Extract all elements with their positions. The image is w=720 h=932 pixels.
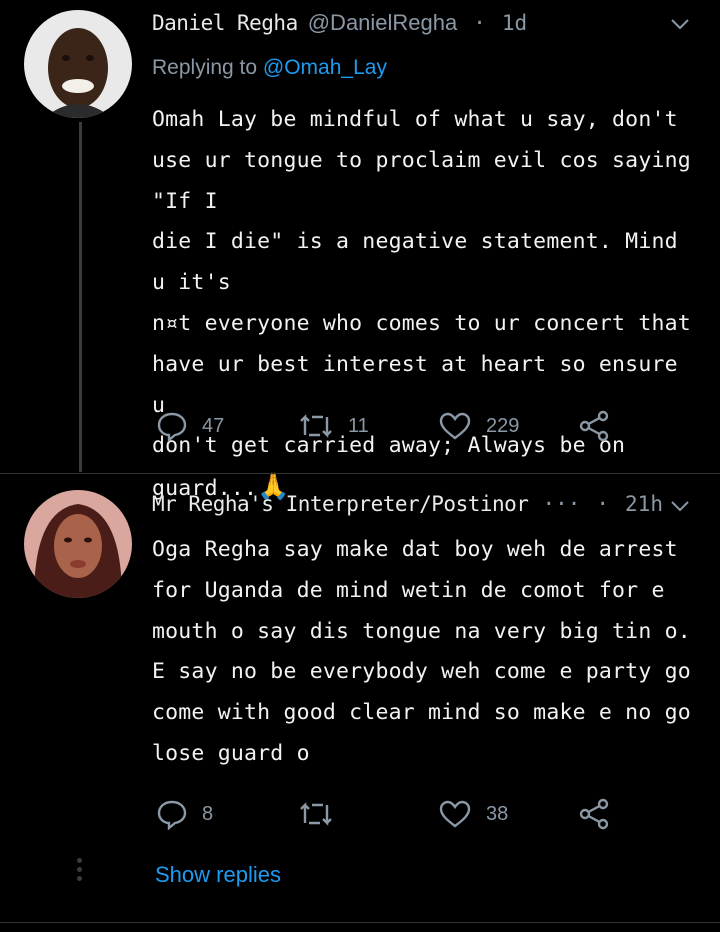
reply-count: 8: [202, 802, 214, 825]
tweet-interpreter[interactable]: Mr Regha's Interpreter/Postinor ··· · 21…: [0, 474, 720, 894]
retweet-button[interactable]: 11: [298, 406, 369, 446]
retweet-count: 11: [348, 414, 369, 437]
chevron-down-icon[interactable]: [670, 496, 690, 516]
author-name[interactable]: Mr Regha's Interpreter/Postinor: [152, 492, 529, 516]
action-bar: 47 11 229: [152, 406, 632, 446]
action-bar: 8 38: [152, 794, 632, 834]
like-button[interactable]: 38: [438, 794, 508, 834]
author-handle[interactable]: @DanielRegha: [308, 10, 458, 36]
avatar-daniel-regha[interactable]: [24, 10, 132, 118]
avatar-interpreter[interactable]: [24, 490, 132, 598]
reply-button[interactable]: 47: [156, 406, 224, 446]
heart-icon: [439, 412, 471, 440]
replying-to: Replying to @Omah_Lay: [152, 56, 387, 80]
tweet-header: Mr Regha's Interpreter/Postinor ··· · 21…: [152, 492, 663, 516]
replying-to-label: Replying to: [152, 56, 258, 79]
tweet-text: Omah Lay be mindful of what u say, don't…: [152, 100, 700, 510]
share-icon: [579, 410, 609, 442]
retweet-icon: [300, 802, 332, 826]
like-count: 229: [486, 414, 520, 437]
ellipsis: ···: [542, 492, 581, 516]
mention-link[interactable]: @Omah_Lay: [263, 56, 387, 79]
tweet-header: Daniel Regha @DanielRegha · 1d: [152, 10, 527, 36]
chevron-down-icon[interactable]: [670, 14, 690, 34]
share-button[interactable]: [578, 794, 610, 834]
show-replies-link[interactable]: Show replies: [155, 862, 281, 888]
retweet-icon: [300, 414, 332, 438]
heart-icon: [439, 800, 471, 828]
thread-dots: [76, 858, 84, 885]
timestamp[interactable]: 21h: [625, 492, 663, 516]
reply-count: 47: [202, 414, 225, 437]
timestamp[interactable]: 1d: [502, 11, 527, 35]
share-icon: [579, 798, 609, 830]
separator-dot: ·: [596, 492, 610, 516]
reply-button[interactable]: 8: [156, 794, 213, 834]
like-button[interactable]: 229: [438, 406, 519, 446]
tweet-text-content: Oga Regha say make dat boy weh de arrest…: [152, 537, 691, 766]
tweet-text: Oga Regha say make dat boy weh de arrest…: [152, 530, 700, 775]
tweet-daniel-regha[interactable]: Daniel Regha @DanielRegha · 1d Replying …: [0, 0, 720, 502]
like-count: 38: [486, 802, 509, 825]
reply-icon: [157, 412, 187, 442]
separator-dot: ·: [473, 11, 486, 35]
thread-line: [79, 122, 82, 472]
author-name[interactable]: Daniel Regha: [152, 11, 298, 35]
retweet-button[interactable]: [298, 794, 348, 834]
bottom-divider: [0, 922, 720, 923]
share-button[interactable]: [578, 406, 610, 446]
reply-icon: [157, 800, 187, 830]
